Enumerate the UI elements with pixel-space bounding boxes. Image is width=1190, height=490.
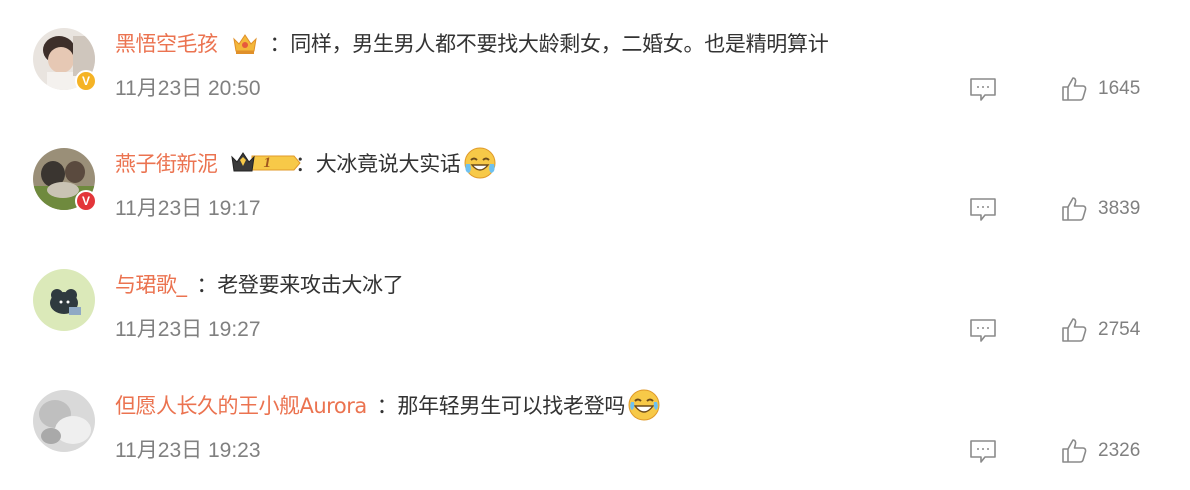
username-link[interactable]: 燕子街新泥 bbox=[115, 148, 218, 178]
comment-text: ：大冰竟说大实话 bbox=[295, 152, 461, 176]
avatar[interactable]: V bbox=[33, 28, 97, 92]
comment-item: 与珺歌_ ：老登要来攻击大冰了 11月23日 19:27 2754 bbox=[0, 241, 1190, 361]
comment-text: ：老登要来攻击大冰了 bbox=[196, 273, 404, 297]
cry-laugh-emoji-icon bbox=[464, 147, 496, 179]
avatar-image bbox=[33, 269, 95, 331]
like-count: 3839 bbox=[1098, 198, 1141, 219]
verified-icon: V bbox=[75, 70, 97, 92]
laugh-tears-emoji-icon bbox=[628, 389, 660, 421]
timestamp: 11月23日 20:50 bbox=[115, 77, 261, 100]
username-link[interactable]: 黑悟空毛孩 bbox=[115, 28, 218, 58]
comment-item: 但愿人长久的王小舰Aurora ：那年轻男生可以找老登吗 11月23日 19:2… bbox=[0, 362, 1190, 482]
like-button[interactable]: 1645 bbox=[1060, 74, 1140, 104]
username-link[interactable]: 与珺歌_ bbox=[115, 269, 187, 299]
timestamp: 11月23日 19:27 bbox=[115, 318, 261, 341]
like-count: 2326 bbox=[1098, 440, 1141, 461]
comment-text: ：同样，男生男人都不要找大龄剩女，二婚女。也是精明算计 bbox=[269, 32, 829, 56]
comment-text: ：那年轻男生可以找老登吗 bbox=[376, 394, 626, 418]
avatar-photo-icon bbox=[33, 390, 95, 452]
like-count: 1645 bbox=[1098, 78, 1141, 99]
comment-item: V 燕子街新泥 1 ：大冰竟说大实话 11月23日 19:17 3839 bbox=[0, 120, 1190, 240]
verified-icon: V bbox=[75, 190, 97, 212]
reply-icon[interactable] bbox=[968, 76, 998, 104]
thumbs-up-icon bbox=[1062, 77, 1087, 101]
like-button[interactable]: 2326 bbox=[1060, 436, 1140, 466]
avatar[interactable]: V bbox=[33, 148, 97, 212]
timestamp: 11月23日 19:17 bbox=[115, 197, 261, 220]
avatar-image bbox=[33, 390, 95, 452]
reply-icon[interactable] bbox=[968, 317, 998, 345]
thumbs-up-icon bbox=[1062, 318, 1087, 342]
avatar-cartoon-icon bbox=[33, 269, 95, 331]
vip-level-number: 1 bbox=[263, 154, 272, 171]
avatar[interactable] bbox=[33, 390, 95, 452]
like-count: 2754 bbox=[1098, 319, 1141, 340]
timestamp: 11月23日 19:23 bbox=[115, 439, 261, 462]
like-button[interactable]: 3839 bbox=[1060, 194, 1140, 224]
thumbs-up-icon bbox=[1062, 197, 1087, 221]
reply-icon[interactable] bbox=[968, 196, 998, 224]
like-button[interactable]: 2754 bbox=[1060, 315, 1140, 345]
thumbs-up-icon bbox=[1062, 439, 1087, 463]
reply-icon[interactable] bbox=[968, 438, 998, 466]
crown-badge-icon bbox=[232, 34, 257, 54]
comment-item: V 黑悟空毛孩 ：同样，男生男人都不要找大龄剩女，二婚女。也是精明算计 11月2… bbox=[0, 0, 1190, 120]
avatar[interactable] bbox=[33, 269, 95, 331]
username-link[interactable]: 但愿人长久的王小舰Aurora bbox=[115, 390, 367, 420]
